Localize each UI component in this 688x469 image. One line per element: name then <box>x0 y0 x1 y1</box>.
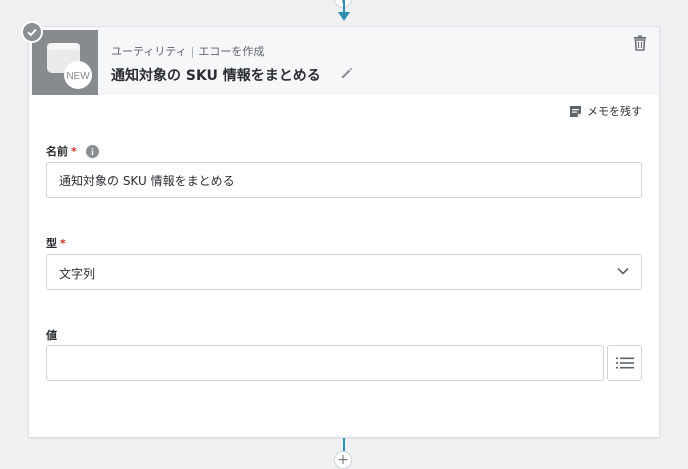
note-icon <box>570 105 581 117</box>
step-title: 通知対象の SKU 情報をまとめる <box>111 68 321 84</box>
name-label-text: 名前 <box>46 145 68 158</box>
memo-button-label: メモを残す <box>587 105 642 118</box>
value-field-label: 値 <box>46 327 57 343</box>
list-icon <box>616 357 634 369</box>
type-field-label: 型 * <box>46 235 66 251</box>
step-icon: NEW <box>32 30 98 95</box>
info-icon[interactable] <box>85 144 99 158</box>
required-mark: * <box>71 144 77 158</box>
breadcrumb-action: エコーを作成 <box>198 45 265 58</box>
type-label-text: 型 <box>46 237 57 250</box>
new-badge-text: NEW <box>66 71 90 82</box>
flow-connector-line-bottom <box>343 438 345 451</box>
chevron-down-icon <box>617 267 629 275</box>
name-input[interactable] <box>46 162 642 198</box>
window-new-icon: NEW <box>47 43 92 89</box>
breadcrumb-category: ユーティリティ <box>111 45 187 58</box>
step-header: NEW ユーティリティ | エコーを作成 通知対象の SKU 情報をまとめる <box>21 21 659 95</box>
breadcrumb-separator: | <box>190 45 195 58</box>
name-field-label: 名前 * <box>46 143 99 159</box>
required-mark: * <box>60 236 66 250</box>
check-circle-icon <box>21 21 43 43</box>
step-card: NEW ユーティリティ | エコーを作成 通知対象の SKU 情報をまとめる メ… <box>21 21 660 438</box>
add-step-below-button[interactable]: + <box>334 451 352 469</box>
memo-button[interactable]: メモを残す <box>569 102 642 120</box>
trash-icon[interactable] <box>633 35 647 51</box>
pencil-icon[interactable] <box>340 66 354 80</box>
flow-arrow-down-icon <box>338 12 350 21</box>
type-select[interactable]: 文字列 <box>46 254 642 290</box>
variable-list-button[interactable] <box>607 345 642 381</box>
value-input[interactable] <box>46 345 604 381</box>
breadcrumb: ユーティリティ | エコーを作成 <box>111 43 264 59</box>
flow-connector-line-top <box>343 0 345 12</box>
type-select-value: 文字列 <box>59 267 96 281</box>
value-label-text: 値 <box>46 329 57 342</box>
